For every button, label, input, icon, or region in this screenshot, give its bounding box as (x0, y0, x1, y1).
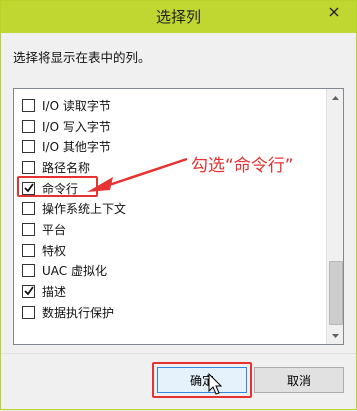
annotation-arrow-icon (87, 157, 188, 192)
button-area-divider (1, 353, 356, 354)
select-columns-dialog: 选择列 选择将显示在表中的列。 I/O 读取字节 I/O 写入字节 I/O 其他字节… (0, 0, 357, 410)
cancel-button[interactable]: 取消 (254, 367, 344, 393)
annotation-text: 勾选“命令行” (191, 156, 294, 176)
mouse-pointer-icon (208, 373, 223, 395)
ok-button[interactable]: 确定 (157, 367, 247, 393)
